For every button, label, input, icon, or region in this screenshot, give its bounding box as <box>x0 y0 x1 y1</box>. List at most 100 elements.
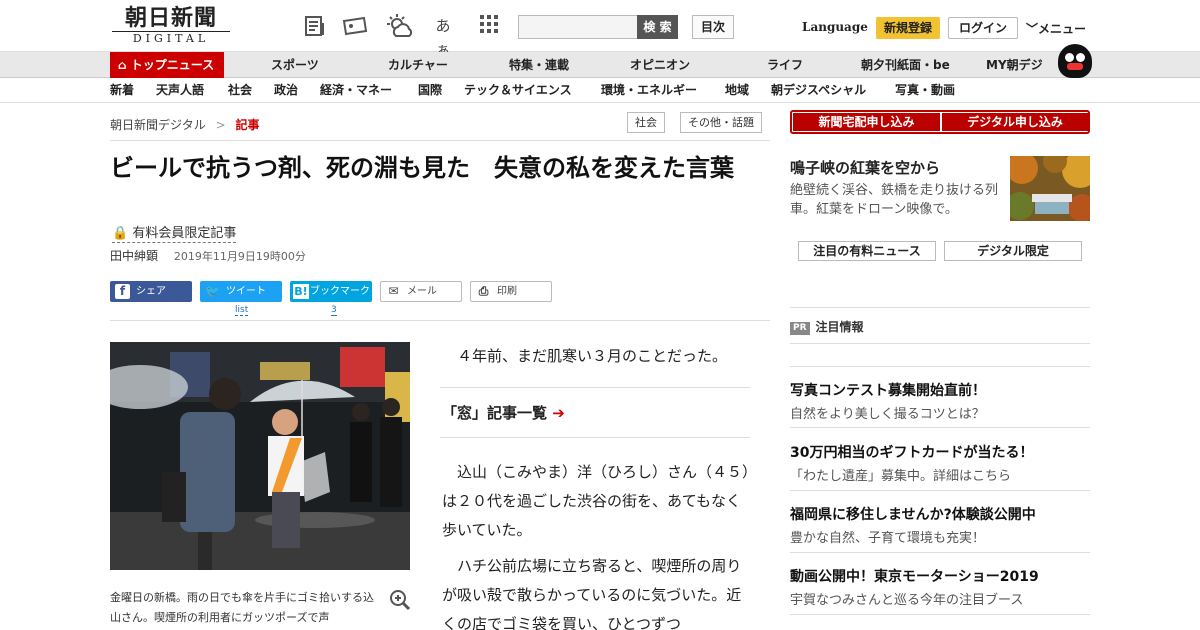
breadcrumb-current: 記事 <box>235 118 260 132</box>
breadcrumb: 朝日新聞デジタル > 記事 <box>110 116 260 133</box>
pr-item-title[interactable]: 30万円相当のギフトカードが当たる！ <box>790 442 1033 462</box>
member-only-text: 有料会員限定記事 <box>132 226 237 241</box>
hatena-count[interactable]: 3 <box>331 305 337 316</box>
breadcrumb-home[interactable]: 朝日新聞デジタル <box>110 118 206 132</box>
author-name: 田中紳顕 <box>110 249 159 263</box>
pr-heading-label: 注目情報 <box>815 320 864 334</box>
login-button[interactable]: ログイン <box>948 17 1018 39</box>
subscribe-digital-button[interactable]: デジタル申し込み <box>942 113 1088 131</box>
subnav-latest[interactable]: 新着 <box>110 78 134 103</box>
nav-paper[interactable]: 朝夕刊紙面・be <box>861 52 950 78</box>
subnav-tenseijingo[interactable]: 天声人語 <box>156 78 204 103</box>
nav-label: トップニュース <box>130 58 215 72</box>
hatena-bookmark-label: ブックマーク <box>310 286 370 297</box>
mail-share-label: メール <box>407 286 437 297</box>
subnav-tech[interactable]: テック＆サイエンス <box>464 78 572 103</box>
subscribe-paper-button[interactable]: 新聞宅配申し込み <box>793 113 940 131</box>
article-paragraph: 込山（こみやま）洋（ひろし）さん（４５）は２０代を過ごした渋谷の街を、あてもなく… <box>442 463 750 539</box>
chevron-down-icon: ﹀ <box>1026 22 1039 36</box>
nav-sports[interactable]: スポーツ <box>271 52 319 78</box>
index-button[interactable]: 目次 <box>692 15 734 39</box>
search-input[interactable] <box>518 15 638 39</box>
divider <box>790 366 1090 367</box>
feature-title[interactable]: 鳴子峡の紅葉を空から <box>790 157 940 178</box>
tag-society[interactable]: 社会 <box>627 112 665 133</box>
lock-icon: 🔒 <box>112 226 129 241</box>
nav-life[interactable]: ライフ <box>767 52 803 78</box>
print-button[interactable]: ⎙ 印刷 <box>470 281 552 302</box>
subnav-special[interactable]: 朝デジスペシャル <box>771 78 866 103</box>
nav-top-news[interactable]: ⌂ トップニュース <box>110 52 225 78</box>
home-icon: ⌂ <box>118 58 131 72</box>
pr-item-title[interactable]: 動画公開中！東京モーターショー2019 <box>790 566 1039 586</box>
subnav-politics[interactable]: 政治 <box>274 78 298 103</box>
register-button[interactable]: 新規登録 <box>876 17 940 39</box>
divider <box>440 387 750 388</box>
member-only-label[interactable]: 🔒 有料会員限定記事 <box>112 222 237 243</box>
photo-caption: 金曜日の新橋。雨の日でも傘を片手にゴミ拾いする込山さん。喫煙所の利用者にガッツポ… <box>110 591 374 624</box>
article-photo[interactable] <box>110 342 410 570</box>
print-label: 印刷 <box>497 286 517 297</box>
tab-paid-news[interactable]: 注目の有料ニュース <box>798 241 936 261</box>
zoom-icon[interactable] <box>388 588 412 612</box>
pr-badge: PR <box>790 322 810 335</box>
ticket-icon[interactable] <box>342 14 368 38</box>
pr-item-desc: 宇賀なつみさんと巡る今年の注目ブース <box>790 593 1024 608</box>
pr-item-desc: 自然をより美しく撮るコツとは？ <box>790 407 985 422</box>
hatena-bookmark-button[interactable]: B! ブックマーク <box>290 281 372 302</box>
divider <box>790 343 1090 344</box>
twitter-share-button[interactable]: 🐦 ツイート <box>200 281 282 302</box>
twitter-icon: 🐦 <box>205 284 220 298</box>
tag-other[interactable]: その他・話題 <box>680 112 762 133</box>
nav-my-asadigi[interactable]: MY朝デジ <box>986 52 1043 78</box>
pr-item-title[interactable]: 福岡県に移住しませんか?体験談公開中 <box>790 504 1036 524</box>
tab-digital-only[interactable]: デジタル限定 <box>944 241 1082 261</box>
nav-features[interactable]: 特集・連載 <box>509 52 569 78</box>
mail-share-button[interactable]: ✉ メール <box>380 281 462 302</box>
divider <box>440 437 750 438</box>
series-list-link[interactable]: 「窓」記事一覧 ➔ <box>442 402 565 423</box>
facebook-icon: f <box>115 284 130 299</box>
nav-opinion[interactable]: オピニオン <box>630 52 690 78</box>
search-button[interactable]: 検 索 <box>637 15 678 39</box>
weather-icon[interactable] <box>386 14 413 38</box>
subnav-environment[interactable]: 環境・エネルギー <box>601 78 697 103</box>
subnav-photo-video[interactable]: 写真・動画 <box>895 78 955 103</box>
mascot-eye <box>1076 53 1085 62</box>
divider <box>790 490 1090 491</box>
twitter-count[interactable]: list <box>235 305 249 316</box>
feature-thumbnail[interactable] <box>1010 156 1090 221</box>
subnav-economy[interactable]: 経済・マネー <box>320 78 392 103</box>
subnav-international[interactable]: 国際 <box>418 78 442 103</box>
series-list-label: 「窓」記事一覧 <box>442 404 548 422</box>
article-lead: ４年前、まだ肌寒い３月のことだった。 <box>457 347 728 365</box>
menu-button[interactable]: ﹀メニュー <box>1026 20 1086 37</box>
newspaper-icon[interactable] <box>302 14 328 38</box>
apps-grid-icon[interactable] <box>476 14 502 38</box>
divider <box>790 307 1090 308</box>
breadcrumb-separator: > <box>215 118 226 132</box>
facebook-share-button[interactable]: f シェア <box>110 281 192 302</box>
language-link[interactable]: Language <box>802 20 868 34</box>
photo-illustration <box>110 342 410 570</box>
sub-nav: 新着 天声人語 社会 政治 経済・マネー 国際 テック＆サイエンス 環境・エネル… <box>0 78 1200 103</box>
nav-culture[interactable]: カルチャー <box>388 52 448 78</box>
pr-item-title[interactable]: 写真コンテスト募集開始直前！ <box>790 380 986 400</box>
hatena-icon: B! <box>293 284 309 299</box>
subnav-region[interactable]: 地域 <box>725 78 749 103</box>
mascot-beak <box>1067 63 1083 70</box>
asahi-logo[interactable]: 朝日新聞 DIGITAL <box>112 6 230 46</box>
menu-label: メニュー <box>1038 22 1087 36</box>
twitter-share-label: ツイート <box>226 286 266 297</box>
arrow-right-icon: ➔ <box>552 404 565 422</box>
font-size-toggle[interactable]: あぁ <box>430 14 456 59</box>
mascot-icon[interactable] <box>1058 44 1092 78</box>
article-paragraph: ハチ公前広場に立ち寄ると、喫煙所の周りが吸い殻で散らかっているのに気づいた。近く… <box>442 557 742 630</box>
logo-subtitle: DIGITAL <box>112 31 230 46</box>
divider <box>790 427 1090 428</box>
gorge-thumbnail-image <box>1010 156 1090 221</box>
byline: 田中紳顕 2019年11月9日19時00分 <box>110 247 306 264</box>
subscribe-box: 新聞宅配申し込み デジタル申し込み <box>790 110 1090 134</box>
article-title: ビールで抗うつ剤、死の淵も見た 失意の私を変えた言葉 <box>110 154 734 182</box>
subnav-society[interactable]: 社会 <box>228 78 252 103</box>
